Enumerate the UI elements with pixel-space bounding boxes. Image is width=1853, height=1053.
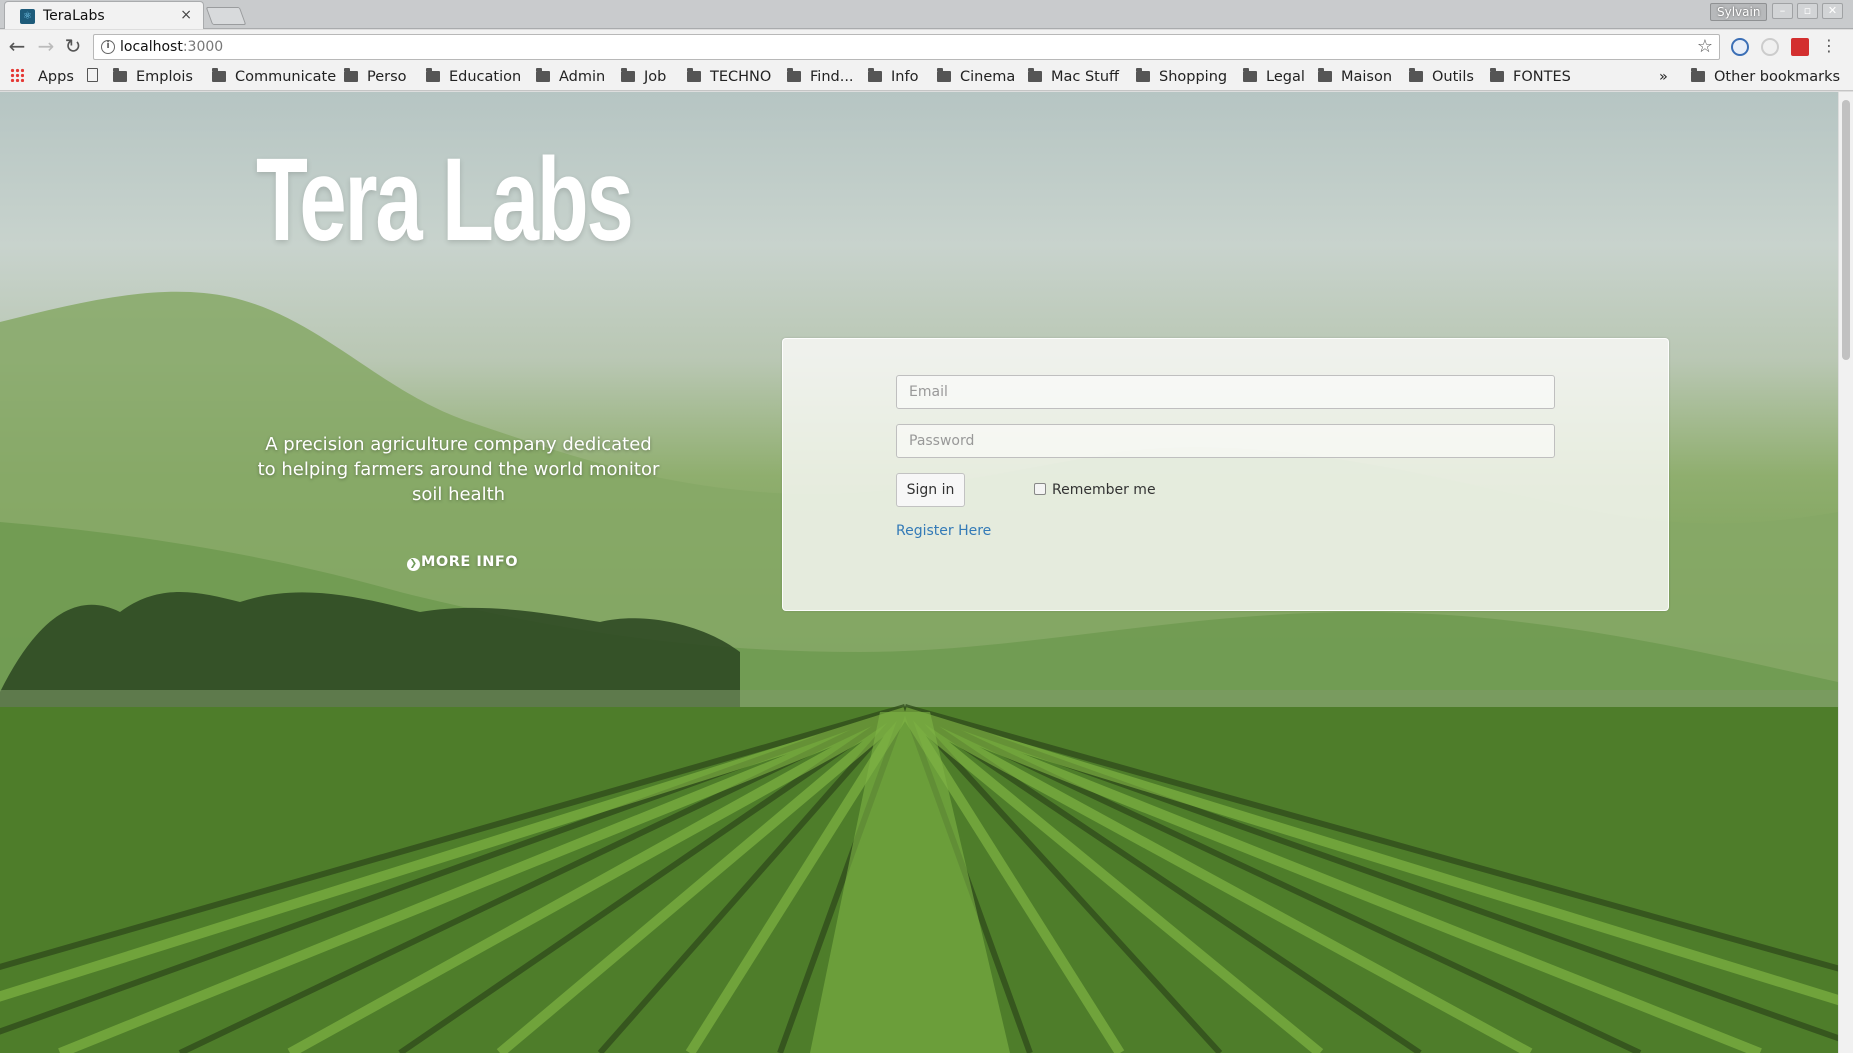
folder-icon [1243, 68, 1257, 82]
bookmark-label: Emplois [136, 69, 193, 85]
url-port: :3000 [182, 39, 224, 55]
bookmark-folder[interactable]: Mac Stuff [1028, 67, 1119, 87]
bookmark-folder[interactable]: Find... [787, 67, 854, 87]
chevron-circle-icon: ❯ [407, 558, 420, 571]
folder-icon [1136, 68, 1150, 82]
folder-icon [1028, 68, 1042, 82]
reload-button[interactable]: ↻ [62, 36, 84, 58]
folder-icon [536, 68, 550, 82]
page-scrollbar[interactable] [1838, 92, 1853, 1053]
bookmarks-overflow-button[interactable]: » [1659, 67, 1668, 87]
bookmark-folder[interactable]: Info [868, 67, 918, 87]
url-text: localhost:3000 [120, 39, 223, 55]
bookmark-label: Admin [559, 69, 606, 85]
bookmark-label: Cinema [960, 69, 1016, 85]
remember-me[interactable]: Remember me [1034, 482, 1156, 498]
site-info-icon[interactable]: i [101, 40, 115, 54]
hero-title: Tera Labs [256, 134, 634, 266]
bookmark-folder[interactable]: Maison [1318, 67, 1392, 87]
bookmark-label: Perso [367, 69, 407, 85]
bookmark-label: Mac Stuff [1051, 69, 1120, 85]
bookmark-label: Shopping [1159, 69, 1228, 85]
scrollbar-thumb[interactable] [1842, 100, 1850, 360]
login-panel: Sign in Remember me Register Here [782, 338, 1669, 611]
folder-icon [687, 68, 701, 82]
tab-teralabs[interactable]: ⚛ TeraLabs × [4, 1, 204, 29]
react-favicon-icon: ⚛ [20, 9, 35, 24]
bookmark-label: Info [891, 69, 919, 85]
bookmark-label: Outils [1432, 69, 1474, 85]
forward-button[interactable]: → [35, 36, 57, 58]
bookmark-apps[interactable]: Apps [38, 67, 74, 87]
bookmark-label: TECHNO [710, 69, 772, 85]
folder-icon [787, 68, 801, 82]
tab-strip: ⚛ TeraLabs × Sylvain – ▫ ✕ [0, 0, 1853, 29]
remember-me-checkbox[interactable] [1034, 483, 1046, 495]
url-host: localhost [120, 39, 183, 55]
chrome-menu-icon[interactable]: ⋮ [1821, 38, 1837, 56]
folder-icon [212, 68, 226, 82]
folder-icon [621, 68, 635, 82]
page-viewport: Tera Labs A precision agriculture compan… [0, 92, 1838, 1053]
folder-icon [344, 68, 358, 82]
folder-icon [113, 68, 127, 82]
bookmark-folder[interactable]: TECHNO [687, 67, 771, 87]
bookmark-label: Communicate [235, 69, 337, 85]
more-info-label: MORE INFO [421, 554, 519, 570]
window-close-button[interactable]: ✕ [1822, 3, 1843, 19]
extension-3-icon[interactable] [1791, 38, 1809, 56]
bookmark-folder[interactable]: Communicate [212, 67, 336, 87]
bookmark-label: Other bookmarks [1714, 69, 1841, 85]
new-tab-button[interactable] [205, 7, 247, 25]
bookmark-star-icon[interactable]: ☆ [1697, 36, 1713, 57]
bookmark-label: Find... [810, 69, 854, 85]
bookmark-folder[interactable]: Cinema [937, 67, 1015, 87]
address-bar[interactable]: i localhost:3000 ☆ [93, 34, 1720, 60]
extension-1-icon[interactable] [1731, 38, 1749, 56]
bookmark-folder[interactable]: Education [426, 67, 521, 87]
bookmark-folder[interactable]: FONTES [1490, 67, 1571, 87]
bookmark-folder[interactable]: Shopping [1136, 67, 1227, 87]
minimize-button[interactable]: – [1772, 3, 1793, 19]
tab-title: TeraLabs [43, 8, 105, 24]
folder-icon [1490, 68, 1504, 82]
remember-me-label: Remember me [1052, 482, 1156, 498]
folder-icon [1318, 68, 1332, 82]
bookmark-folder[interactable]: Job [621, 67, 666, 87]
bookmark-label: FONTES [1513, 69, 1571, 85]
hero-tagline: A precision agriculture company dedicate… [257, 434, 660, 505]
back-button[interactable]: ← [6, 36, 28, 58]
sign-in-button[interactable]: Sign in [896, 473, 965, 507]
bookmarks-bar: Apps Emplois Communicate Perso Education… [0, 64, 1853, 91]
bookmark-label: Education [449, 69, 522, 85]
password-field[interactable] [896, 424, 1555, 458]
bookmark-label: Job [644, 69, 667, 85]
apps-grid-icon [10, 68, 24, 82]
bookmark-page-icon[interactable] [87, 68, 98, 82]
bookmark-label: Maison [1341, 69, 1393, 85]
bookmark-folder[interactable]: Outils [1409, 67, 1474, 87]
bookmark-label: Legal [1266, 69, 1305, 85]
other-bookmarks[interactable]: Other bookmarks [1691, 67, 1840, 87]
extension-2-icon[interactable] [1761, 38, 1779, 56]
bookmark-folder[interactable]: Admin [536, 67, 605, 87]
folder-icon [426, 68, 440, 82]
email-field[interactable] [896, 375, 1555, 409]
tab-close-icon[interactable]: × [180, 7, 192, 23]
folder-icon [1409, 68, 1423, 82]
bookmark-folder[interactable]: Perso [344, 67, 407, 87]
profile-button[interactable]: Sylvain [1710, 3, 1768, 21]
register-link[interactable]: Register Here [896, 523, 991, 539]
maximize-button[interactable]: ▫ [1797, 3, 1818, 19]
folder-icon [868, 68, 882, 82]
bookmark-folder[interactable]: Emplois [113, 67, 193, 87]
folder-icon [1691, 68, 1705, 82]
folder-icon [937, 68, 951, 82]
bookmark-folder[interactable]: Legal [1243, 67, 1305, 87]
browser-toolbar: ← → ↻ i localhost:3000 ☆ ⋮ [0, 30, 1853, 64]
more-info-link[interactable]: ❯ MORE INFO [407, 554, 518, 571]
